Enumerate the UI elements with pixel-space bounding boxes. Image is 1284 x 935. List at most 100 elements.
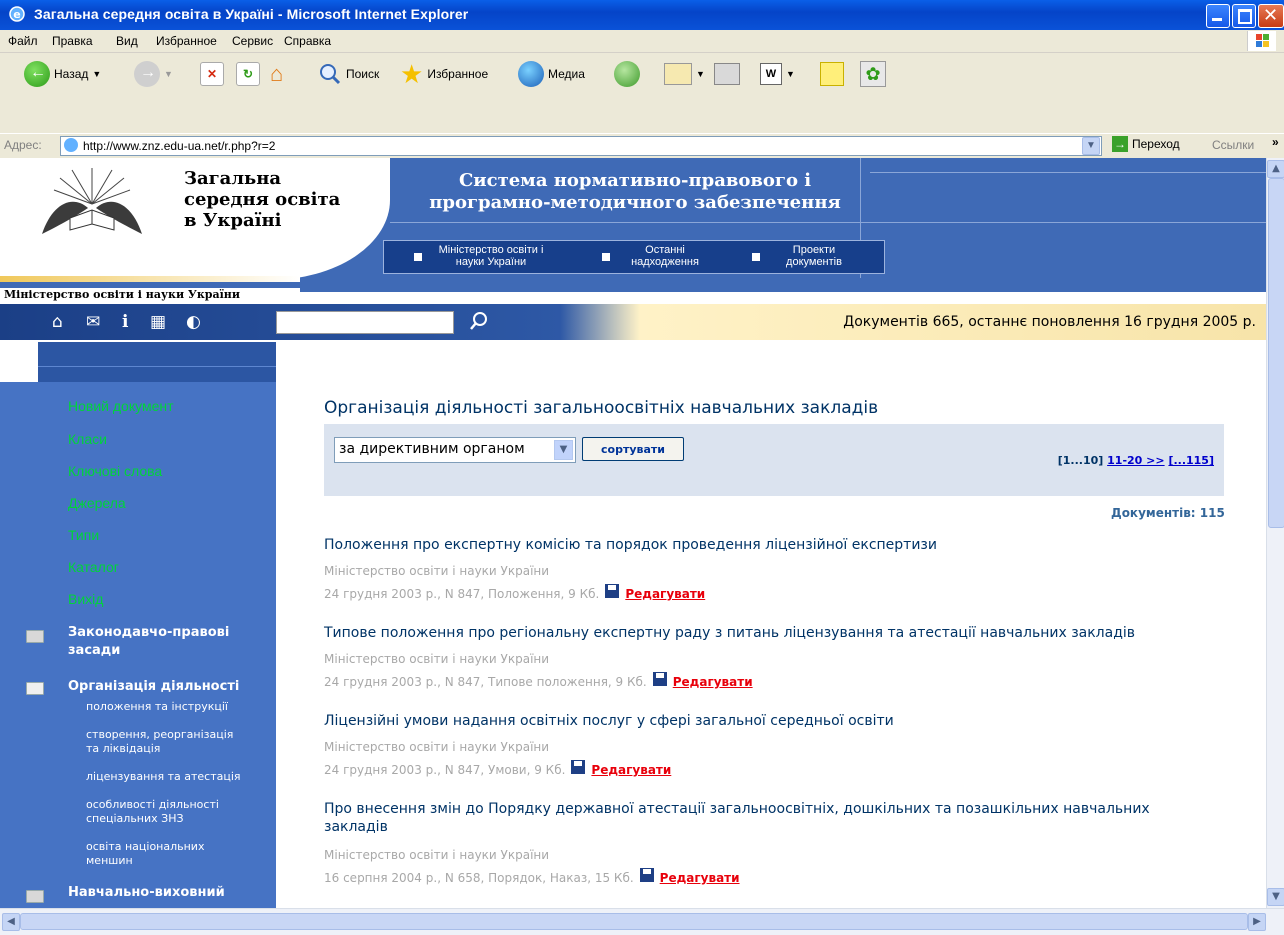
edit-link[interactable]: Редагувати	[673, 675, 753, 689]
maximize-button[interactable]	[1232, 4, 1256, 28]
scroll-thumb-horizontal[interactable]	[20, 913, 1248, 930]
scroll-right-icon[interactable]: ▶	[1248, 913, 1266, 931]
ie-logo-icon: e	[8, 5, 26, 23]
sidebar-link-catalog[interactable]: Каталог	[68, 559, 119, 575]
document-title-link[interactable]: Ліцензійні умови надання освітніх послуг…	[324, 712, 1204, 730]
edit-link[interactable]: Редагувати	[591, 763, 671, 777]
address-bar: Адрес: ▼ → Переход Ссылки »	[0, 133, 1284, 159]
site-search-input[interactable]	[276, 311, 454, 334]
ukraine-emblem-icon	[32, 164, 152, 244]
sidebar-link-keywords[interactable]: Ключові слова	[68, 463, 162, 479]
close-icon: ✕	[1263, 5, 1279, 26]
edit-link[interactable]: Редагувати	[660, 871, 740, 885]
sidebar-subitem-minorities[interactable]: освіта національних меншин	[86, 840, 204, 868]
sidebar-subitem-special-schools[interactable]: особливості діяльності спеціальних ЗНЗ	[86, 798, 219, 826]
media-label: Медиа	[548, 67, 585, 81]
document-meta: 24 грудня 2003 р., N 847, Положення, 9 К…	[324, 584, 705, 601]
save-icon[interactable]	[571, 760, 586, 774]
scroll-thumb[interactable]	[1268, 178, 1284, 528]
document-title-link[interactable]: Положення про експертну комісію та поряд…	[324, 536, 1204, 554]
vertical-scrollbar[interactable]: ▲ ▼	[1266, 158, 1284, 908]
menu-favorites[interactable]: Избранное	[156, 34, 217, 48]
favorites-button[interactable]: ★ Избранное	[400, 59, 488, 89]
sidebar-section-organization[interactable]: Організація діяльності	[68, 678, 239, 696]
sidebar-link-sources[interactable]: Джерела	[68, 495, 126, 511]
back-label: Назад	[54, 67, 89, 81]
folder-open-icon	[26, 682, 44, 695]
refresh-button[interactable]: ↻	[236, 59, 260, 89]
sidebar-subitem-creation[interactable]: створення, реорганізація та ліквідація	[86, 728, 233, 756]
home-icon[interactable]: ⌂	[52, 312, 63, 332]
media-button[interactable]: Медиа	[518, 59, 585, 89]
toolbar: ← Назад ▼ → ▼ ✕ ↻ ⌂ Поиск ★ Избранное Ме…	[0, 53, 1284, 131]
home-button[interactable]: ⌂	[270, 59, 294, 89]
go-button[interactable]: → Переход	[1112, 136, 1180, 152]
pager-last-link[interactable]: [...115]	[1168, 454, 1214, 467]
discuss-button[interactable]	[820, 59, 844, 89]
mail-icon[interactable]: ✉	[86, 312, 100, 332]
edit-link[interactable]: Редагувати	[625, 587, 705, 601]
forward-arrow-icon: →	[134, 61, 160, 87]
minimize-button[interactable]	[1206, 4, 1230, 28]
scroll-down-icon[interactable]: ▼	[1267, 888, 1284, 906]
pagination: [1...10] 11-20 >> [...115]	[1058, 454, 1214, 467]
scroll-up-icon[interactable]: ▲	[1267, 160, 1284, 178]
chevron-right-icon[interactable]: »	[1272, 135, 1279, 149]
sidebar-link-new-document[interactable]: Новий документ	[68, 398, 174, 414]
window-title-bar[interactable]: e Загальна середня освіта в Україні - Mi…	[0, 0, 1284, 30]
nav-drafts[interactable]: Проекти документів	[764, 244, 864, 268]
forward-dropdown-icon[interactable]: ▼	[164, 69, 173, 79]
document-title-link[interactable]: Про внесення змін до Порядку державної а…	[324, 800, 1174, 836]
search-button[interactable]: Поиск	[318, 59, 379, 89]
close-button[interactable]: ✕	[1258, 4, 1284, 28]
forward-button[interactable]: → ▼	[134, 59, 173, 89]
save-icon[interactable]	[605, 584, 620, 598]
sidebar-section-legislation[interactable]: Законодавчо-правові засади	[68, 624, 229, 660]
site-logo-text[interactable]: Загальна середня освіта в Україні	[184, 168, 340, 231]
magnifier-icon	[318, 62, 342, 86]
menu-view[interactable]: Вид	[116, 34, 138, 48]
document-title-link[interactable]: Типове положення про регіональну експерт…	[324, 624, 1204, 642]
stop-button[interactable]: ✕	[200, 59, 224, 89]
menu-tools[interactable]: Сервис	[232, 34, 273, 48]
edit-button[interactable]: W ▼	[760, 59, 795, 89]
nav-ministry[interactable]: Міністерство освіти і науки України	[426, 244, 556, 268]
sidebar-subitem-regulations[interactable]: положення та інструкції	[86, 700, 228, 714]
sort-button[interactable]: сортувати	[582, 437, 684, 461]
menu-edit[interactable]: Правка	[52, 34, 93, 48]
nav-latest[interactable]: Останні надходження	[610, 244, 720, 268]
links-label[interactable]: Ссылки	[1212, 138, 1254, 152]
menu-help[interactable]: Справка	[284, 34, 331, 48]
sidebar-section-education[interactable]: Навчально-виховний	[68, 884, 225, 902]
sort-select[interactable]: за директивним органом ▼	[334, 437, 576, 463]
mail-button[interactable]: ▼	[664, 59, 705, 89]
globe-icon[interactable]: ◐	[186, 312, 201, 332]
document-org: Міністерство освіти і науки України	[324, 740, 550, 754]
sidebar-link-types[interactable]: Типи	[68, 527, 99, 543]
messenger-button[interactable]: ✿	[860, 59, 886, 89]
print-button[interactable]	[714, 59, 740, 89]
sidebar-subitem-licensing[interactable]: ліцензування та атестація	[86, 770, 241, 784]
address-input[interactable]	[81, 138, 1095, 154]
sitemap-icon[interactable]: ▦	[150, 312, 166, 332]
info-icon[interactable]: i	[122, 312, 128, 332]
search-icon[interactable]	[468, 310, 490, 335]
save-icon[interactable]	[639, 868, 654, 882]
menu-file[interactable]: Файл	[8, 34, 38, 48]
home-icon: ⌂	[270, 61, 284, 86]
chevron-down-icon[interactable]: ▼	[554, 440, 573, 460]
sidebar: Новий документ Класи Ключові слова Джере…	[0, 342, 276, 908]
back-button[interactable]: ← Назад ▼	[24, 59, 101, 89]
back-arrow-icon: ←	[24, 61, 50, 87]
flower-icon: ✿	[860, 61, 886, 87]
scroll-left-icon[interactable]: ◀	[2, 913, 20, 931]
sidebar-link-exit[interactable]: Вихід	[68, 591, 103, 607]
folder-icon	[26, 630, 44, 643]
save-icon[interactable]	[652, 672, 667, 686]
address-dropdown-icon[interactable]: ▼	[1082, 137, 1100, 155]
back-dropdown-icon[interactable]: ▼	[92, 69, 101, 79]
sidebar-link-classes[interactable]: Класи	[68, 431, 107, 447]
history-button[interactable]	[614, 59, 640, 89]
pager-next-link[interactable]: 11-20 >>	[1107, 454, 1164, 467]
horizontal-scrollbar[interactable]: ◀ ▶	[0, 908, 1284, 935]
